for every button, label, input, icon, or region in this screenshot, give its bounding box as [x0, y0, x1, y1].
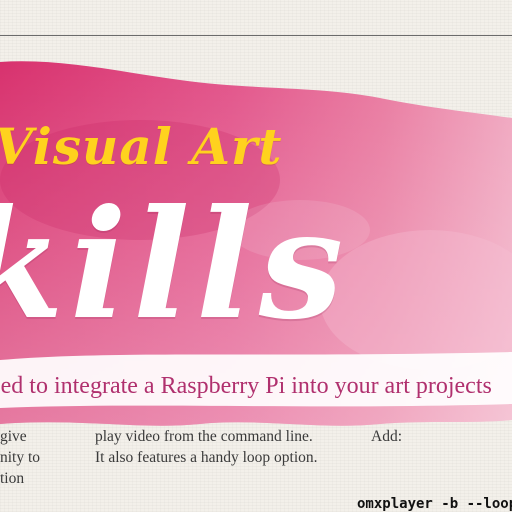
strapline: eed to integrate a Raspberry Pi into you…	[0, 373, 492, 399]
magazine-page: Visual Art kills eed to integrate a Rasp…	[0, 0, 512, 512]
body-line: give	[0, 428, 27, 445]
headline-title: kills	[0, 177, 350, 353]
body-column-1: give nity to tion	[0, 426, 80, 489]
body-line: play video from the command line.	[95, 428, 313, 445]
body-line: Add:	[371, 428, 402, 445]
body-line: tion	[0, 470, 25, 487]
body-line: It also features a handy loop option.	[95, 449, 318, 466]
body-column-3: Add:	[371, 426, 511, 447]
body-line: nity to	[0, 449, 41, 466]
code-snippet: omxplayer -b --loop	[357, 496, 512, 512]
body-column-2: play video from the command line. It als…	[95, 426, 345, 468]
